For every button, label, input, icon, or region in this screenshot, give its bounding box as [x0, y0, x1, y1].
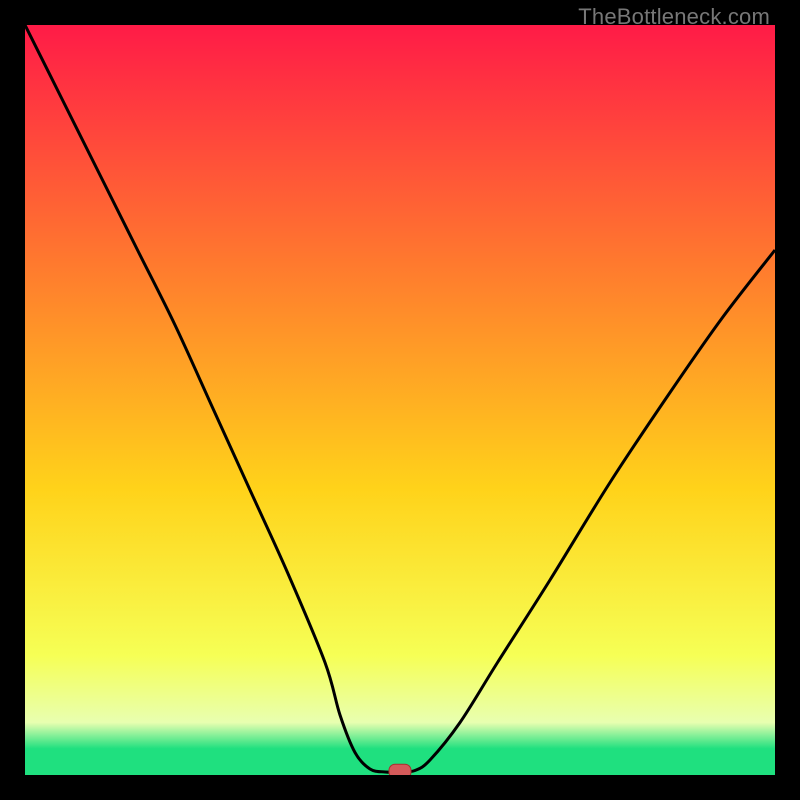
optimum-marker	[389, 764, 411, 775]
gradient-background	[25, 25, 775, 775]
chart-frame: TheBottleneck.com	[0, 0, 800, 800]
plot-area	[25, 25, 775, 775]
bottleneck-chart	[25, 25, 775, 775]
